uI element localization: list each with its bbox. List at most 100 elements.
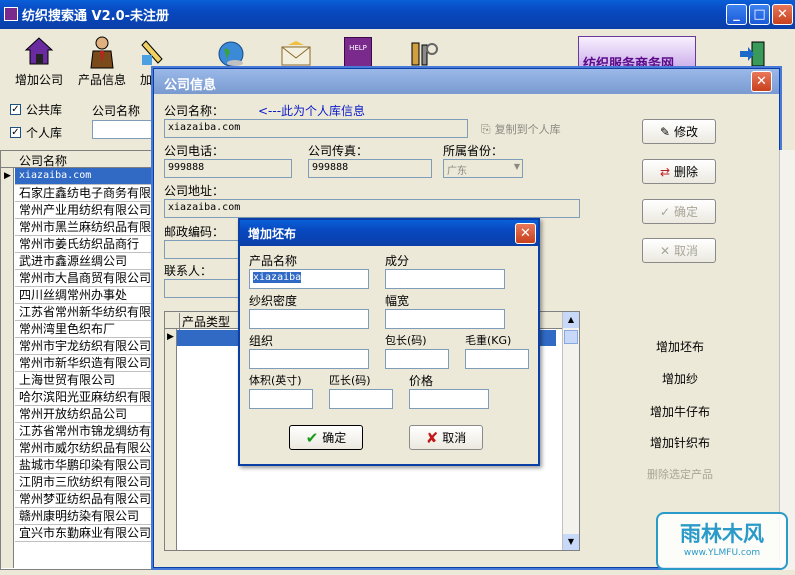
- table-row[interactable]: 武进市鑫源丝绸公司: [15, 253, 157, 270]
- table-row[interactable]: 常州产业用纺织有限公司: [15, 202, 157, 219]
- main-title: 纺织搜索通 V2.0-未注册: [22, 9, 170, 24]
- private-lib-note: <---此为个人库信息: [258, 104, 366, 118]
- product-name-input[interactable]: xiazaiba: [249, 269, 369, 289]
- gross-weight-label: 毛重(KG): [465, 334, 512, 347]
- dialog-titlebar: 增加坯布: [240, 220, 538, 246]
- exit-icon[interactable]: [738, 39, 768, 69]
- fax-label: 公司传真：: [308, 144, 369, 158]
- address-label: 公司地址：: [164, 184, 225, 198]
- volume-input[interactable]: [249, 389, 313, 409]
- modify-button[interactable]: ✎ 修改: [642, 119, 716, 144]
- scroll-down-icon[interactable]: ▼: [563, 534, 579, 550]
- dialog-cancel-button[interactable]: ✘ 取消: [409, 425, 483, 450]
- weave-input[interactable]: [249, 349, 369, 369]
- table-row[interactable]: 宜兴市东勤麻业有限公司: [15, 525, 157, 542]
- cancel-edit-button[interactable]: ✕ 取消: [642, 238, 716, 263]
- province-select[interactable]: 广东 ▼: [443, 159, 523, 178]
- table-row[interactable]: 常州开放纺织品公司: [15, 406, 157, 423]
- table-row[interactable]: 盐城市华鹏印染有限公司: [15, 457, 157, 474]
- table-row[interactable]: 江阴市三欣纺织有限公司: [15, 474, 157, 491]
- table-row[interactable]: 石家庄鑫纺电子商务有限公司: [15, 185, 157, 202]
- table-row[interactable]: 常州市宇龙纺织有限公司: [15, 338, 157, 355]
- pack-length-input[interactable]: [385, 349, 449, 369]
- maximize-button[interactable]: □: [749, 4, 770, 25]
- product-name-label: 产品名称: [249, 254, 298, 268]
- help-book-icon[interactable]: HELP: [344, 37, 372, 71]
- table-row[interactable]: 上海世贸有限公司: [15, 372, 157, 389]
- gross-weight-input[interactable]: [465, 349, 529, 369]
- globe-icon[interactable]: [216, 39, 246, 69]
- action-link[interactable]: 增加针织布: [620, 434, 740, 451]
- x-icon: ✕: [659, 243, 671, 258]
- action-link[interactable]: 删除选定产品: [620, 466, 740, 482]
- dialog-cancel-label: 取消: [442, 431, 467, 445]
- action-link[interactable]: 增加坯布: [620, 338, 740, 355]
- delete-icon: ⇄: [659, 164, 671, 179]
- mail-icon[interactable]: [280, 41, 312, 69]
- piece-length-input[interactable]: [329, 389, 393, 409]
- price-label: 价格: [409, 374, 434, 388]
- table-row[interactable]: 四川丝绸常州办事处: [15, 287, 157, 304]
- copy-to-private-button[interactable]: ⎘ 复制到个人库: [481, 121, 561, 137]
- copy-icon: ⎘: [481, 121, 491, 136]
- table-row[interactable]: 江苏省常州新华纺织有限公司: [15, 304, 157, 321]
- table-row[interactable]: 江苏省常州市锦龙绸纺有限公司: [15, 423, 157, 440]
- check-icon: ✔: [305, 428, 319, 447]
- zip-label: 邮政编码：: [164, 225, 225, 239]
- action-link[interactable]: 增加牛仔布: [620, 403, 740, 420]
- minimize-button[interactable]: _: [726, 4, 747, 25]
- company-name-filter-input[interactable]: [92, 120, 154, 139]
- composition-input[interactable]: [385, 269, 505, 289]
- watermark-brand: 雨林木风: [680, 522, 764, 546]
- product-info-button[interactable]: 产品信息: [74, 35, 130, 93]
- zip-field[interactable]: [164, 240, 240, 259]
- public-checkbox[interactable]: ✓: [10, 104, 21, 115]
- table-row[interactable]: 常州市姜氏纺织品商行: [15, 236, 157, 253]
- table-row[interactable]: 常州梦亚纺织品有限公司: [15, 491, 157, 508]
- scroll-thumb[interactable]: [564, 330, 578, 344]
- main-scrollbar[interactable]: [779, 150, 795, 570]
- table-row[interactable]: 常州市黑兰麻纺织品有限公司: [15, 219, 157, 236]
- product-info-label: 产品信息: [77, 73, 126, 87]
- table-row[interactable]: 赣州康明纺染有限公司: [15, 508, 157, 525]
- table-row[interactable]: 常州市新华织造有限公司: [15, 355, 157, 372]
- contact-field[interactable]: [164, 279, 240, 298]
- row-indicator-column: [1, 168, 14, 568]
- dialog-ok-button[interactable]: ✔ 确定: [289, 425, 363, 450]
- confirm-button[interactable]: ✓ 确定: [642, 199, 716, 224]
- house-icon: [24, 37, 54, 65]
- table-row[interactable]: 常州市大昌商贸有限公司: [15, 270, 157, 287]
- product-scrollbar[interactable]: ▲ ▼: [562, 312, 579, 550]
- table-row[interactable]: 哈尔滨阳光亚麻纺织有限公司: [15, 389, 157, 406]
- phone-field[interactable]: 999888: [164, 159, 292, 178]
- product-type-header[interactable]: 产品类型: [179, 313, 230, 330]
- price-input[interactable]: [409, 389, 489, 409]
- company-info-titlebar: 公司信息: [154, 69, 779, 94]
- add-company-button[interactable]: 增加公司: [12, 35, 66, 93]
- close-button[interactable]: ✕: [772, 4, 793, 25]
- filter-public[interactable]: ✓ 公共库: [10, 101, 62, 118]
- company-name-field[interactable]: xiazaiba.com: [164, 119, 468, 138]
- filter-private[interactable]: ✓ 个人库: [10, 124, 62, 141]
- company-info-close-button[interactable]: ✕: [751, 71, 772, 92]
- pack-length-label: 包长(码): [385, 334, 427, 347]
- grid-header-label[interactable]: 公司名称: [19, 152, 67, 169]
- product-name-value: xiazaiba: [253, 272, 302, 283]
- volume-label: 体积(英寸): [249, 374, 302, 387]
- fax-field[interactable]: 999888: [308, 159, 432, 178]
- action-link[interactable]: 增加纱: [620, 370, 740, 387]
- cancel-edit-label: 取消: [674, 244, 699, 258]
- table-row[interactable]: 常州市威尔纺织品有限公司: [15, 440, 157, 457]
- delete-button[interactable]: ⇄ 删除: [642, 159, 716, 184]
- modify-label: 修改: [674, 125, 699, 139]
- tools-icon[interactable]: [408, 39, 438, 69]
- scroll-up-icon[interactable]: ▲: [563, 312, 579, 328]
- dialog-close-button[interactable]: ✕: [515, 223, 536, 244]
- address-field[interactable]: xiazaiba.com: [164, 199, 580, 218]
- current-row-marker-icon: ▶: [4, 171, 11, 181]
- table-row[interactable]: xiazaiba.com: [15, 168, 157, 185]
- private-checkbox[interactable]: ✓: [10, 127, 21, 138]
- table-row[interactable]: 常州湾里色织布厂: [15, 321, 157, 338]
- width-input[interactable]: [385, 309, 505, 329]
- density-input[interactable]: [249, 309, 369, 329]
